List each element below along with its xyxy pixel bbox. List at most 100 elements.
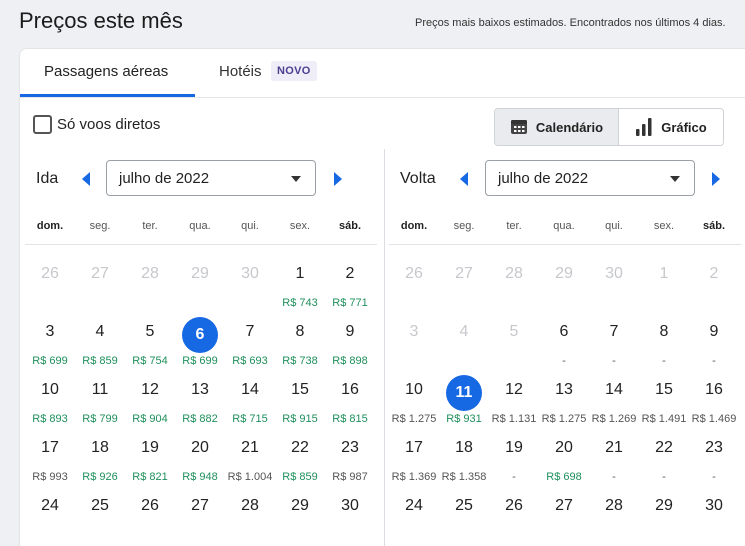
- return-month-header: Volta julho de 2022: [389, 153, 745, 201]
- day-price: R$ 898: [332, 355, 368, 367]
- day-cell[interactable]: 26: [125, 485, 175, 543]
- day-cell[interactable]: 28: [589, 485, 639, 543]
- day-cell[interactable]: 7-: [589, 311, 639, 369]
- day-number: 12: [505, 381, 523, 398]
- day-cell[interactable]: 28: [225, 485, 275, 543]
- day-cell[interactable]: 16 R$ 815: [325, 369, 375, 427]
- selected-day-cell[interactable]: 11 R$ 931: [439, 369, 489, 427]
- departure-month-header: Ida julho de 2022: [25, 153, 385, 201]
- day-cell[interactable]: 13 R$ 882: [175, 369, 225, 427]
- day-cell[interactable]: 24: [25, 485, 75, 543]
- day-cell[interactable]: 14 R$ 1.269: [589, 369, 639, 427]
- day-number: 19: [505, 439, 523, 456]
- day-cell[interactable]: 17 R$ 1.369: [389, 427, 439, 485]
- departure-label: Ida: [36, 170, 59, 187]
- calendar-view-button[interactable]: Calendário: [495, 109, 619, 145]
- day-number: 21: [605, 439, 623, 456]
- day-cell[interactable]: 8-: [639, 311, 689, 369]
- new-badge: NOVO: [271, 61, 317, 81]
- prev-month-icon[interactable]: [457, 170, 471, 188]
- day-number: 26: [41, 265, 59, 282]
- day-cell[interactable]: 22 R$ 859: [275, 427, 325, 485]
- day-cell[interactable]: 1 R$ 743: [275, 253, 325, 311]
- day-price: R$ 815: [332, 413, 368, 425]
- bar-chart-icon: [636, 118, 652, 136]
- day-cell[interactable]: 10 R$ 893: [25, 369, 75, 427]
- day-cell: 29: [175, 253, 225, 311]
- day-cell[interactable]: 9 R$ 898: [325, 311, 375, 369]
- selected-day-cell[interactable]: 6 R$ 699: [175, 311, 225, 369]
- day-cell[interactable]: 23 R$ 987: [325, 427, 375, 485]
- day-number: 26: [505, 497, 523, 514]
- day-cell[interactable]: 23 -: [689, 427, 739, 485]
- direct-flights-filter[interactable]: Só voos diretos: [33, 115, 160, 134]
- day-cell[interactable]: 18 R$ 926: [75, 427, 125, 485]
- day-cell[interactable]: 30: [689, 485, 739, 543]
- day-price: R$ 987: [332, 471, 368, 483]
- day-cell[interactable]: 9-: [689, 311, 739, 369]
- day-cell[interactable]: 22-: [639, 427, 689, 485]
- return-calendar: Volta julho de 2022 dom. seg. ter. qua. qui.…: [389, 153, 745, 514]
- day-number: 15: [655, 381, 673, 398]
- departure-month-value: julho de 2022: [119, 170, 210, 187]
- day-cell[interactable]: 6-: [539, 311, 589, 369]
- day-cell[interactable]: 18 R$ 1.358: [439, 427, 489, 485]
- weekday-header: dom.: [400, 220, 428, 232]
- day-cell[interactable]: 19-: [489, 427, 539, 485]
- day-cell[interactable]: 10 R$ 1.275: [389, 369, 439, 427]
- day-cell[interactable]: 2 R$ 771: [325, 253, 375, 311]
- day-cell[interactable]: 25: [439, 485, 489, 543]
- day-cell[interactable]: 8 R$ 738: [275, 311, 325, 369]
- day-cell[interactable]: 5 R$ 754: [125, 311, 175, 369]
- day-cell[interactable]: 24: [389, 485, 439, 543]
- day-cell[interactable]: 7 R$ 693: [225, 311, 275, 369]
- tab-hotels[interactable]: Hotéis NOVO: [219, 49, 329, 97]
- chart-view-button[interactable]: Gráfico: [618, 109, 723, 145]
- view-toggle: Calendário Gráfico: [494, 108, 724, 146]
- departure-month-select[interactable]: julho de 2022: [106, 160, 316, 196]
- direct-flights-checkbox[interactable]: [33, 115, 52, 134]
- day-cell: 30: [589, 253, 639, 311]
- day-cell[interactable]: 19 R$ 821: [125, 427, 175, 485]
- return-month-select[interactable]: julho de 2022: [485, 160, 695, 196]
- day-cell[interactable]: 21-: [589, 427, 639, 485]
- day-cell[interactable]: 30: [325, 485, 375, 543]
- day-cell[interactable]: 14 R$ 715: [225, 369, 275, 427]
- next-month-icon[interactable]: [709, 170, 723, 188]
- day-cell[interactable]: 20 R$ 948: [175, 427, 225, 485]
- day-cell[interactable]: 13 R$ 1.275: [539, 369, 589, 427]
- day-cell[interactable]: 15 R$ 1.491: [639, 369, 689, 427]
- day-cell[interactable]: 11 R$ 799: [75, 369, 125, 427]
- day-cell[interactable]: 29: [275, 485, 325, 543]
- prev-month-icon[interactable]: [79, 170, 93, 188]
- day-cell: 28: [489, 253, 539, 311]
- day-cell[interactable]: 4 R$ 859: [75, 311, 125, 369]
- day-cell[interactable]: 21 R$ 1.004: [225, 427, 275, 485]
- day-number: 17: [41, 439, 59, 456]
- day-number: 19: [141, 439, 159, 456]
- day-cell[interactable]: 12 R$ 904: [125, 369, 175, 427]
- day-cell[interactable]: 17 R$ 993: [25, 427, 75, 485]
- calendar-icon: [510, 120, 527, 134]
- day-number: 14: [605, 381, 623, 398]
- day-number: 13: [555, 381, 573, 398]
- next-month-icon[interactable]: [331, 170, 345, 188]
- day-cell[interactable]: 3 R$ 699: [25, 311, 75, 369]
- day-cell[interactable]: 20 R$ 698: [539, 427, 589, 485]
- day-number: 7: [609, 323, 619, 340]
- weekday-header: seg.: [453, 220, 475, 232]
- day-number: 12: [141, 381, 159, 398]
- tab-flights[interactable]: Passagens aéreas: [20, 49, 195, 97]
- day-cell[interactable]: 27: [539, 485, 589, 543]
- day-cell[interactable]: 16 R$ 1.469: [689, 369, 739, 427]
- day-cell[interactable]: 27: [175, 485, 225, 543]
- day-cell: 30: [225, 253, 275, 311]
- day-number: 3: [45, 323, 55, 340]
- day-cell[interactable]: 12 R$ 1.131: [489, 369, 539, 427]
- day-cell[interactable]: 26: [489, 485, 539, 543]
- day-cell[interactable]: 15 R$ 915: [275, 369, 325, 427]
- day-cell[interactable]: 25: [75, 485, 125, 543]
- day-cell[interactable]: 29: [639, 485, 689, 543]
- departure-weekdays: dom. seg. ter. qua. qui. sex. sáb.: [25, 217, 377, 245]
- day-number: 18: [91, 439, 109, 456]
